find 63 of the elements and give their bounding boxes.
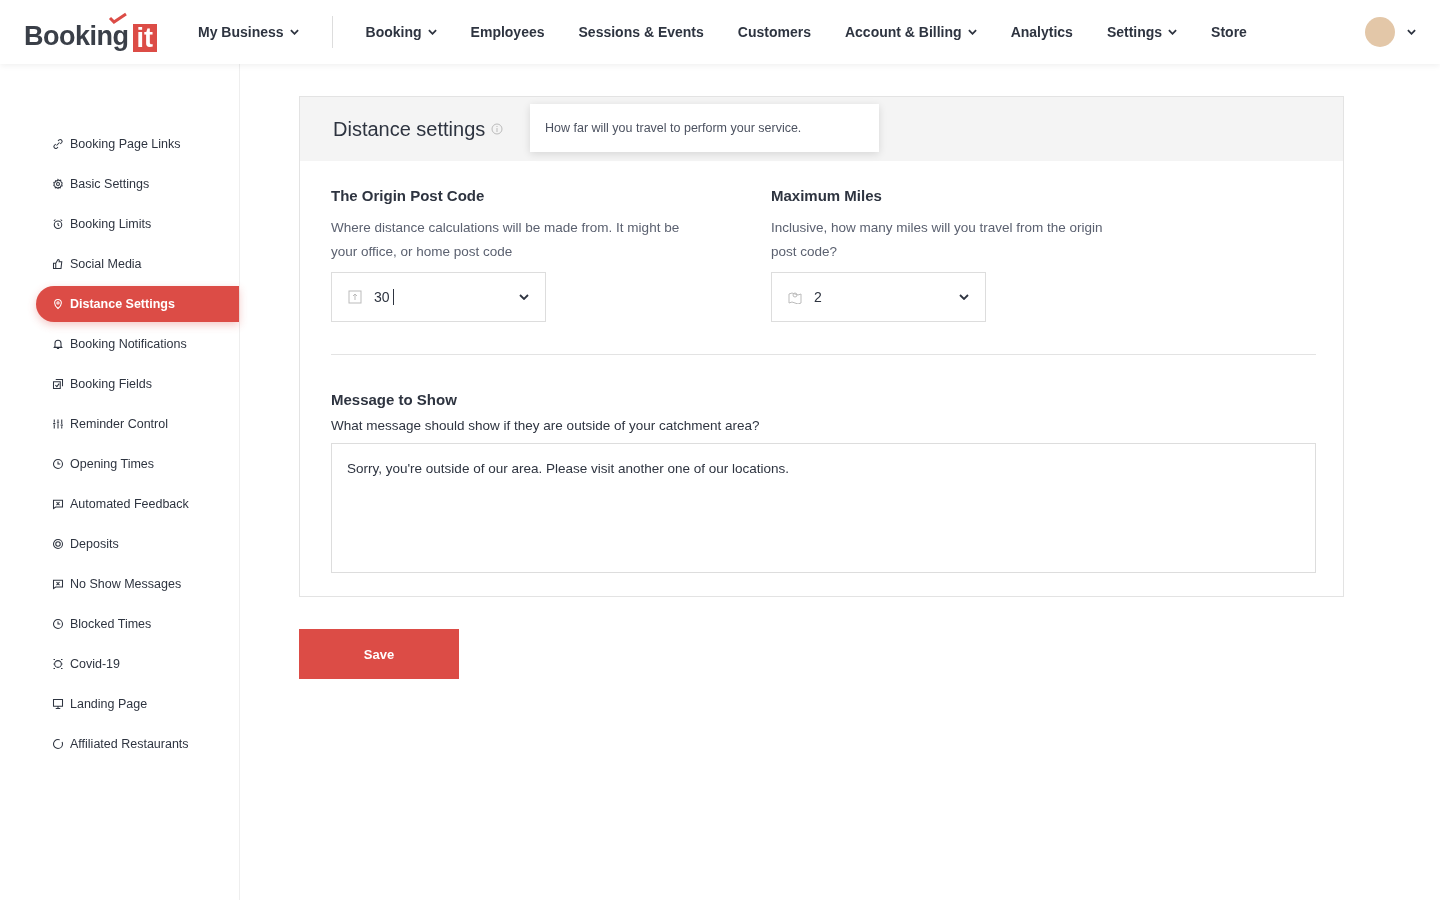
postcode-icon bbox=[348, 290, 362, 304]
nav-menu-item[interactable]: My Business bbox=[181, 24, 316, 40]
select-value: 2 bbox=[814, 289, 823, 305]
sidebar-item-icon bbox=[52, 378, 64, 390]
sidebar-item[interactable]: Deposits bbox=[36, 526, 239, 562]
logo[interactable]: Booking it bbox=[24, 12, 157, 52]
select-value: 30 bbox=[374, 289, 394, 305]
sidebar-item-icon bbox=[52, 658, 64, 670]
sidebar-item[interactable]: Distance Settings bbox=[36, 286, 239, 322]
sidebar-item-icon bbox=[52, 178, 64, 190]
map-pin-icon bbox=[788, 290, 802, 304]
nav-menu-item[interactable]: Booking bbox=[348, 24, 454, 40]
field-label: Message to Show bbox=[331, 391, 458, 408]
sidebar-item-icon bbox=[52, 338, 64, 350]
avatar[interactable] bbox=[1365, 17, 1395, 47]
field-label: The Origin Post Code bbox=[331, 187, 486, 204]
sidebar-item[interactable]: Booking Notifications bbox=[36, 326, 239, 362]
sidebar-item-icon bbox=[52, 258, 64, 270]
sidebar-item[interactable]: Blocked Times bbox=[36, 606, 239, 642]
nav-menu-item[interactable]: Sessions & Events bbox=[561, 24, 721, 40]
sidebar-item-icon bbox=[52, 298, 64, 310]
field-help-text: What message should show if they are outside of your catchment area? bbox=[331, 418, 761, 433]
sidebar-item[interactable]: Basic Settings bbox=[36, 166, 239, 202]
nav-menu-item[interactable]: Customers bbox=[720, 24, 828, 40]
save-button[interactable]: Save bbox=[299, 629, 459, 679]
sidebar-item-icon bbox=[52, 618, 64, 630]
field-help-text: Where distance calculations will be made from. It might be your office, or home post code bbox=[331, 219, 681, 261]
sidebar-item-icon bbox=[52, 218, 64, 230]
sidebar-item[interactable]: Booking Page Links bbox=[36, 126, 239, 162]
card-title: Distance settings bbox=[333, 117, 486, 141]
sidebar-item-icon bbox=[52, 418, 64, 430]
nav-menu-item[interactable]: Account & Billing bbox=[827, 24, 994, 40]
caret-icon[interactable] bbox=[1407, 29, 1416, 35]
select-field[interactable]: 2 bbox=[771, 272, 986, 322]
sidebar-item[interactable]: Opening Times bbox=[36, 446, 239, 482]
sidebar-item[interactable]: Booking Fields bbox=[36, 366, 239, 402]
sidebar-item[interactable]: Automated Feedback bbox=[36, 486, 239, 522]
sidebar-item-icon bbox=[52, 538, 64, 550]
sidebar-item-icon bbox=[52, 698, 64, 710]
sidebar-item[interactable]: Covid-19 bbox=[36, 646, 239, 682]
sidebar-item-icon bbox=[52, 458, 64, 470]
info-icon[interactable] bbox=[491, 123, 504, 135]
sidebar-item-icon bbox=[52, 578, 64, 590]
tooltip: How far will you travel to perform your service. bbox=[530, 104, 879, 152]
nav-menu-item[interactable]: Employees bbox=[453, 24, 562, 40]
message-text-area[interactable]: Sorry, you're outside of our area. Please visit another one of our locations. bbox=[331, 443, 1316, 573]
nav-menu-item[interactable]: Analytics bbox=[993, 24, 1090, 40]
field-label: Maximum Miles bbox=[771, 187, 883, 204]
nav-menu-item[interactable]: Store bbox=[1194, 24, 1264, 40]
select-field[interactable]: 30 bbox=[331, 272, 546, 322]
sidebar-item[interactable]: Landing Page bbox=[36, 686, 239, 722]
sidebar-item-icon bbox=[52, 138, 64, 150]
sidebar-item[interactable]: Affiliated Restaurants bbox=[36, 726, 239, 762]
sidebar-item-icon bbox=[52, 498, 64, 510]
caret-icon bbox=[959, 294, 969, 300]
sidebar-item[interactable]: Social Media bbox=[36, 246, 239, 282]
sidebar-item-icon bbox=[52, 738, 64, 750]
sidebar-item[interactable]: Reminder Control bbox=[36, 406, 239, 442]
nav-menu-item[interactable]: Settings bbox=[1089, 24, 1195, 40]
sidebar-item[interactable]: Booking Limits bbox=[36, 206, 239, 242]
caret-icon bbox=[519, 294, 529, 300]
sidebar-item[interactable]: No Show Messages bbox=[36, 566, 239, 602]
field-help-text: Inclusive, how many miles will you travel from the origin post code? bbox=[771, 219, 1104, 261]
